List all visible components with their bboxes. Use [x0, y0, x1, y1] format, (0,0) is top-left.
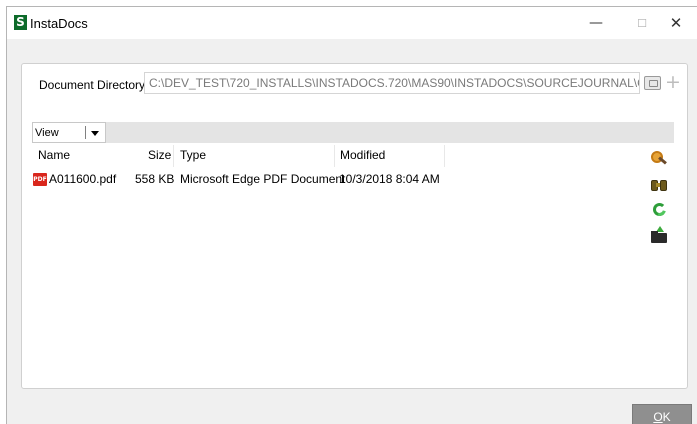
window-title: InstaDocs: [30, 16, 88, 31]
ok-label-rest: K: [662, 410, 671, 424]
pdf-icon: PDF: [33, 173, 47, 186]
column-divider[interactable]: [334, 145, 335, 167]
app-icon: S: [14, 15, 27, 30]
document-directory-field[interactable]: C:\DEV_TEST\720_INSTALLS\INSTADOCS.720\M…: [144, 72, 640, 94]
view-dropdown-label: View: [35, 127, 59, 139]
wand-icon: [658, 156, 667, 165]
title-bar[interactable]: S InstaDocs — ☐ ✕: [7, 7, 697, 39]
file-name: A011600.pdf: [49, 172, 117, 186]
document-directory-label: Document Directory: [39, 78, 146, 92]
column-divider[interactable]: [444, 145, 445, 167]
file-modified: 10/3/2018 8:04 AM: [339, 172, 440, 186]
plus-icon[interactable]: +: [665, 72, 681, 92]
file-size: 558 KB: [135, 172, 175, 186]
folder-upload-icon[interactable]: [650, 226, 668, 244]
minimize-button[interactable]: —: [573, 7, 619, 39]
file-type: Microsoft Edge PDF Document: [180, 172, 346, 186]
instadocs-window: S InstaDocs — ☐ ✕ Document Directory C:\…: [6, 6, 697, 424]
chevron-down-icon[interactable]: [91, 131, 99, 136]
table-row[interactable]: PDF A011600.pdf 558 KB Microsoft Edge PD…: [32, 172, 452, 188]
view-dropdown[interactable]: View: [32, 122, 106, 143]
column-header-size[interactable]: Size: [148, 148, 171, 162]
refresh-icon[interactable]: [650, 200, 669, 219]
refresh-arrow-b: [650, 200, 669, 219]
column-header-type[interactable]: Type: [180, 148, 206, 162]
binoculars-icon[interactable]: [650, 176, 668, 194]
binoculars-lens-right: [660, 180, 667, 191]
view-toolbar: View: [32, 122, 674, 143]
column-divider[interactable]: [173, 145, 174, 167]
folder-body: [651, 233, 667, 243]
settings-wand-icon[interactable]: [650, 150, 668, 168]
column-header-modified[interactable]: Modified: [340, 148, 385, 162]
folder-browse-icon[interactable]: [644, 76, 661, 90]
close-button[interactable]: ✕: [653, 7, 697, 39]
ok-label-accelerator: O: [653, 410, 663, 424]
column-header-name[interactable]: Name: [38, 148, 70, 162]
documents-panel: Document Directory C:\DEV_TEST\720_INSTA…: [21, 63, 688, 389]
view-dropdown-separator: [85, 126, 86, 139]
file-list[interactable]: Name Size Type Modified PDF A011600.pdf …: [32, 145, 664, 381]
ok-button[interactable]: OK: [632, 404, 692, 424]
